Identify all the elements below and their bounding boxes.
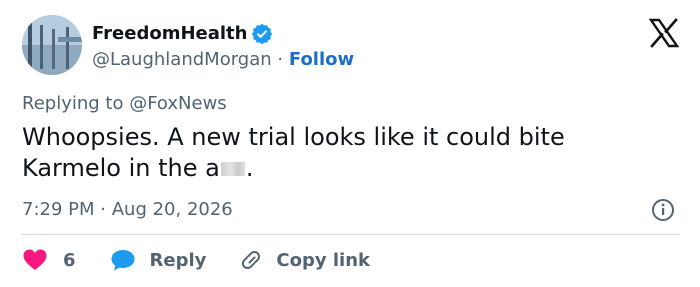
info-icon[interactable] [650, 197, 676, 223]
author-display-name[interactable]: FreedomHealth [92, 23, 247, 45]
tweet-text-line-2-end: . [245, 154, 254, 182]
tweet-text-line-2: Karmelo in the a. [22, 153, 662, 184]
author-handle-row: @LaughlandMorgan · Follow [92, 49, 354, 71]
like-count: 6 [63, 249, 76, 271]
divider [22, 234, 679, 235]
verified-badge-icon [252, 23, 273, 45]
tweet-time: 7:29 PM [22, 199, 95, 220]
avatar[interactable] [22, 15, 82, 75]
reply-button[interactable]: Reply [110, 248, 207, 272]
heart-icon [23, 249, 47, 270]
replying-mention[interactable]: @FoxNews [129, 93, 226, 114]
replying-to: Replying to @FoxNews [22, 93, 227, 115]
censored-word-blur [220, 162, 245, 176]
tweet-date: Aug 20, 2026 [111, 199, 233, 220]
tweet-text-line-2-start: Karmelo in the a [22, 154, 220, 182]
tweet-text-line-1: Whoopsies. A new trial looks like it cou… [22, 123, 565, 151]
tweet-header: FreedomHealth @LaughlandMorgan · Follow [22, 15, 682, 77]
copy-link-button[interactable]: Copy link [238, 248, 370, 272]
handle-separator: · [277, 49, 284, 70]
reply-label: Reply [149, 249, 207, 271]
speech-bubble-icon [111, 250, 135, 271]
follow-button[interactable]: Follow [289, 49, 354, 70]
author-handle[interactable]: @LaughlandMorgan [92, 49, 272, 70]
tweet-timestamp[interactable]: 7:29 PM · Aug 20, 2026 [22, 199, 233, 221]
author-name-row: FreedomHealth [92, 23, 273, 45]
replying-prefix: Replying to [22, 93, 124, 114]
link-icon [242, 250, 261, 270]
like-button[interactable]: 6 [22, 248, 76, 272]
x-logo-icon[interactable] [648, 18, 680, 48]
tweet-text: Whoopsies. A new trial looks like it cou… [22, 122, 662, 184]
copy-link-label: Copy link [276, 249, 370, 271]
timestamp-separator: · [100, 199, 106, 220]
action-bar: 6 Reply Copy link [22, 248, 370, 272]
